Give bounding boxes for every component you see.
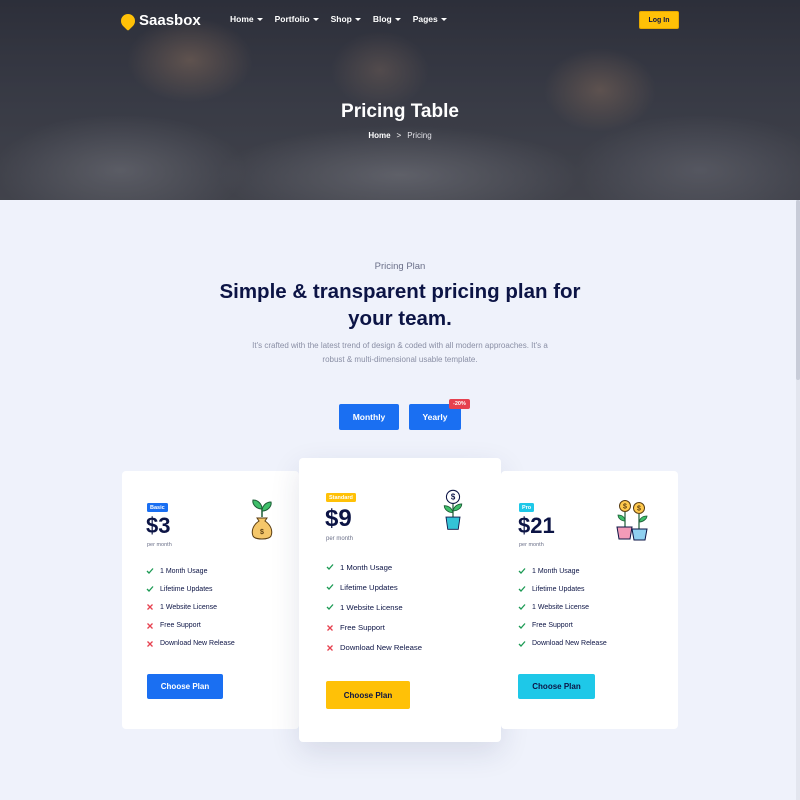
feature-item: Lifetime Updates bbox=[326, 577, 422, 597]
feature-label: 1 Website License bbox=[340, 602, 403, 612]
feature-item: Download New Release bbox=[146, 635, 235, 653]
nav-label: Home bbox=[230, 14, 254, 24]
plan-badge: Standard bbox=[326, 493, 356, 502]
feature-label: 1 Month Usage bbox=[340, 562, 393, 572]
feature-item: 1 Month Usage bbox=[146, 562, 235, 580]
plan-badge: Pro bbox=[519, 503, 535, 512]
logo-icon bbox=[118, 10, 138, 31]
scrollbar-thumb[interactable] bbox=[796, 200, 800, 380]
feature-label: 1 Website License bbox=[532, 603, 590, 611]
chevron-down-icon bbox=[312, 17, 319, 21]
svg-text:$: $ bbox=[623, 504, 627, 511]
feature-item: Lifetime Updates bbox=[146, 580, 235, 598]
nav-item-portfolio[interactable]: Portfolio bbox=[275, 14, 319, 24]
nav-item-blog[interactable]: Blog bbox=[373, 14, 401, 24]
plan-badge: Basic bbox=[147, 503, 168, 512]
section-eyebrow: Pricing Plan bbox=[374, 261, 426, 272]
check-icon bbox=[146, 568, 154, 575]
feature-item: 1 Website License bbox=[146, 598, 235, 616]
feature-label: 1 Website License bbox=[160, 603, 218, 611]
breadcrumb-home-link[interactable]: Home bbox=[368, 131, 390, 140]
check-icon bbox=[518, 640, 526, 647]
feature-label: Free Support bbox=[160, 622, 201, 630]
feature-label: Free Support bbox=[340, 623, 385, 633]
feature-label: Download New Release bbox=[340, 643, 423, 653]
nav-label: Shop bbox=[330, 14, 352, 24]
money-bag-plant-icon: $ bbox=[251, 499, 273, 540]
main-nav: Home Portfolio Shop Blog Pages bbox=[230, 14, 447, 24]
check-icon bbox=[518, 622, 526, 629]
hero-banner: Saasbox Home Portfolio Shop Blog Pages L… bbox=[0, 0, 800, 200]
feature-item: Free Support bbox=[326, 618, 422, 638]
feature-item: Download New Release bbox=[326, 638, 422, 658]
plan-price: $3 bbox=[146, 513, 171, 538]
plan-period: per month bbox=[147, 542, 172, 548]
breadcrumb-separator-icon: > bbox=[396, 131, 402, 140]
section-title: Simple & transparent pricing plan for yo… bbox=[219, 280, 581, 330]
feature-item: Free Support bbox=[518, 617, 607, 635]
feature-item: Download New Release bbox=[518, 635, 607, 653]
check-icon bbox=[518, 568, 526, 575]
cross-icon bbox=[147, 622, 153, 629]
breadcrumb-current: Pricing bbox=[407, 131, 432, 140]
choose-plan-button[interactable]: Choose Plan bbox=[326, 681, 410, 709]
nav-label: Portfolio bbox=[274, 14, 310, 24]
discount-badge: -20% bbox=[449, 399, 470, 409]
feature-label: Free Support bbox=[532, 622, 573, 630]
double-coin-plant-icon: $ $ bbox=[616, 500, 648, 541]
pricing-card-pro: Pro $21 per month $ $ 1 Month Usage Life… bbox=[501, 471, 678, 729]
cross-icon bbox=[147, 640, 153, 647]
plan-price: $21 bbox=[518, 513, 555, 538]
choose-plan-button[interactable]: Choose Plan bbox=[518, 674, 595, 699]
nav-label: Blog bbox=[372, 14, 392, 24]
plan-period: per month bbox=[519, 542, 544, 548]
feature-item: Free Support bbox=[146, 617, 235, 635]
svg-text:$: $ bbox=[637, 506, 641, 513]
nav-item-shop[interactable]: Shop bbox=[331, 14, 361, 24]
feature-label: Lifetime Updates bbox=[340, 582, 398, 592]
choose-plan-button[interactable]: Choose Plan bbox=[147, 674, 223, 699]
page-title: Pricing Table bbox=[341, 101, 459, 122]
feature-item: 1 Website License bbox=[518, 598, 607, 616]
chevron-down-icon bbox=[354, 17, 361, 21]
chevron-down-icon bbox=[394, 17, 401, 21]
check-icon bbox=[518, 604, 526, 611]
feature-item: 1 Website License bbox=[326, 597, 422, 617]
chevron-down-icon bbox=[440, 17, 447, 21]
login-button[interactable]: Log In bbox=[639, 11, 679, 29]
plan-period: per month bbox=[326, 536, 354, 542]
cross-icon bbox=[327, 624, 333, 631]
brand-logo[interactable]: Saasbox bbox=[118, 10, 201, 31]
feature-item: 1 Month Usage bbox=[518, 562, 607, 580]
svg-text:$: $ bbox=[260, 529, 264, 536]
plan-price: $9 bbox=[325, 505, 352, 532]
nav-item-pages[interactable]: Pages bbox=[413, 14, 447, 24]
section-description: It's crafted with the latest trend of de… bbox=[252, 341, 548, 364]
cross-icon bbox=[147, 604, 153, 611]
feature-item: Lifetime Updates bbox=[518, 580, 607, 598]
feature-label: 1 Month Usage bbox=[160, 567, 208, 575]
breadcrumb: Home > Pricing bbox=[0, 131, 800, 140]
check-icon bbox=[518, 586, 526, 593]
cross-icon bbox=[327, 644, 333, 651]
svg-text:$: $ bbox=[451, 493, 456, 502]
feature-label: Lifetime Updates bbox=[532, 585, 585, 593]
pricing-card-basic: Basic $3 per month $ 1 Month Usage Lifet… bbox=[122, 471, 299, 729]
feature-label: 1 Month Usage bbox=[532, 567, 580, 575]
brand-name: Saasbox bbox=[139, 12, 201, 29]
check-icon bbox=[326, 584, 334, 591]
monthly-toggle-button[interactable]: Monthly bbox=[339, 404, 399, 430]
check-icon bbox=[146, 586, 154, 593]
dollar-plant-pot-icon: $ bbox=[443, 489, 463, 530]
check-icon bbox=[326, 564, 334, 571]
nav-label: Pages bbox=[412, 14, 438, 24]
feature-item: 1 Month Usage bbox=[326, 557, 422, 577]
check-icon bbox=[326, 604, 334, 611]
feature-label: Lifetime Updates bbox=[160, 585, 213, 593]
feature-label: Download New Release bbox=[532, 640, 607, 648]
chevron-down-icon bbox=[256, 17, 263, 21]
pricing-card-standard: Standard $9 per month $ 1 Month Usage Li… bbox=[299, 458, 501, 742]
nav-item-home[interactable]: Home bbox=[230, 14, 263, 24]
feature-label: Download New Release bbox=[160, 640, 235, 648]
